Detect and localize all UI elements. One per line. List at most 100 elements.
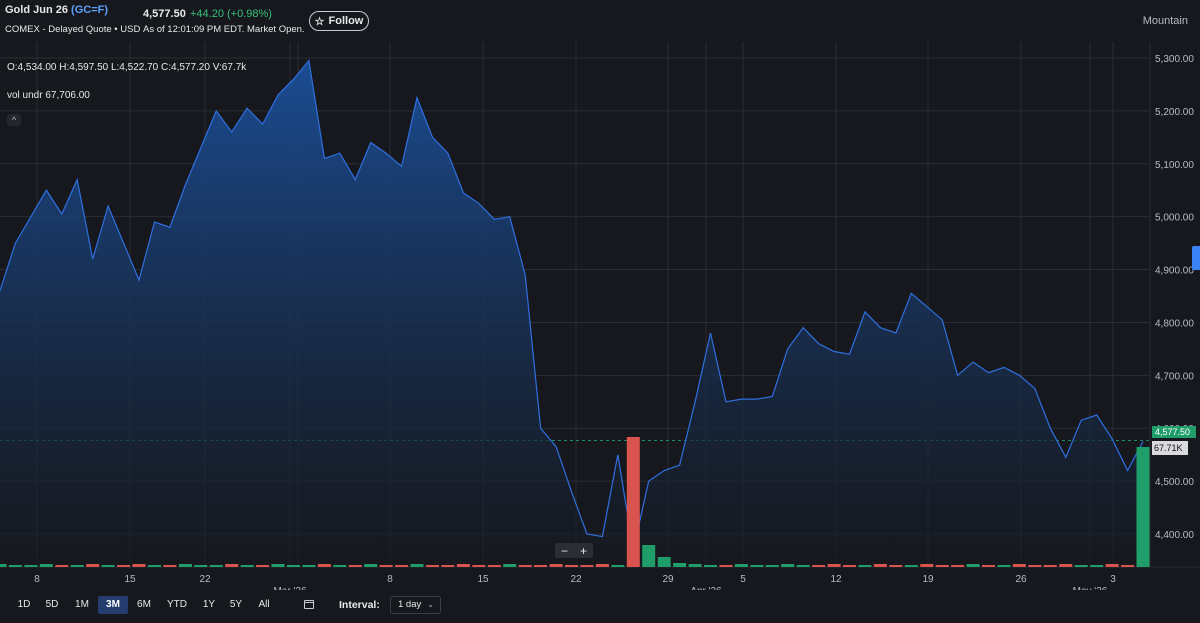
- price-area: [0, 59, 1144, 567]
- current-volume-tag: 67.71K: [1152, 441, 1188, 455]
- volume-bar: [1059, 564, 1073, 567]
- x-tick-label: 15: [124, 574, 136, 585]
- volume-bar: [889, 565, 903, 567]
- timezone-selector[interactable]: Mountain: [1143, 15, 1188, 27]
- range-ytd[interactable]: YTD: [164, 596, 190, 614]
- interval-label: Interval:: [339, 599, 380, 611]
- volume-bar: [750, 565, 764, 567]
- zoom-out-button[interactable]: −: [561, 544, 568, 558]
- volume-bar: [966, 564, 980, 567]
- range-1y[interactable]: 1Y: [200, 596, 218, 614]
- quote-timestamp: As of 12:01:09 PM EDT. Market Open.: [143, 24, 305, 35]
- volume-bar: [765, 565, 779, 567]
- volume-bar: [1028, 565, 1042, 567]
- volume-bar: [0, 564, 7, 567]
- volume-bar: [178, 564, 192, 567]
- volume-bar: [55, 565, 69, 567]
- price-chart[interactable]: 5,300.00 5,200.00 5,100.00 5,000.00 4,900.00…: [0, 42, 1200, 590]
- volume-bar: [379, 565, 393, 567]
- volume-bar: [626, 437, 640, 567]
- x-tick-label: 12: [830, 574, 842, 585]
- volume-bar: [657, 557, 671, 567]
- calendar-icon[interactable]: [304, 600, 314, 609]
- volume-bar: [904, 565, 918, 567]
- volume-bar: [843, 565, 856, 567]
- x-tick-label: 29: [662, 574, 674, 585]
- volume-bar: [858, 565, 872, 567]
- volume-bar: [1043, 565, 1057, 567]
- volume-bar: [549, 564, 563, 567]
- volume-under-legend: vol undr 67,706.00: [7, 90, 90, 101]
- volume-bar: [503, 564, 517, 567]
- range-1m[interactable]: 1M: [73, 596, 91, 614]
- volume-bar: [117, 565, 131, 567]
- volume-bar: [148, 565, 161, 567]
- range-1d[interactable]: 1D: [17, 596, 31, 614]
- ohlcv-legend: O:4,534.00 H:4,597.50 L:4,522.70 C:4,577…: [7, 62, 247, 73]
- volume-bar: [240, 565, 254, 567]
- volume-bar: [86, 564, 100, 567]
- range-3m[interactable]: 3M: [98, 596, 128, 614]
- volume-bar: [1090, 565, 1104, 567]
- volume-bar: [39, 564, 53, 567]
- x-tick-label: 8: [34, 574, 40, 585]
- zoom-in-button[interactable]: +: [580, 544, 587, 558]
- volume-bar: [163, 565, 177, 567]
- x-tick-label: 26: [1015, 574, 1027, 585]
- exchange-line: COMEX - Delayed Quote • USD: [5, 24, 141, 35]
- volume-bar: [302, 565, 316, 567]
- volume-bar: [611, 565, 625, 567]
- volume-bar: [271, 564, 285, 567]
- range-all[interactable]: All: [256, 596, 272, 614]
- volume-bar: [209, 565, 223, 567]
- volume-bar: [873, 564, 887, 567]
- panel-expand-handle[interactable]: [1192, 246, 1200, 270]
- volume-bar: [8, 565, 22, 567]
- follow-button[interactable]: ☆ Follow: [309, 11, 369, 31]
- volume-bar: [997, 565, 1011, 567]
- volume-bar: [642, 545, 656, 567]
- volume-bar: [827, 564, 841, 567]
- volume-bar: [1012, 564, 1026, 567]
- zoom-controls: − +: [555, 543, 593, 558]
- volume-bar: [719, 565, 733, 567]
- volume-bar: [1105, 564, 1119, 567]
- volume-bar: [426, 565, 439, 567]
- range-5d[interactable]: 5D: [44, 596, 60, 614]
- volume-bar: [333, 565, 347, 567]
- range-6m[interactable]: 6M: [134, 596, 154, 614]
- volume-bar: [101, 565, 115, 567]
- y-axis: 5,300.00 5,200.00 5,100.00 5,000.00 4,900.00…: [1155, 54, 1194, 541]
- volume-bar: [364, 564, 378, 567]
- current-price-tag: 4,577.50: [1152, 426, 1196, 438]
- x-tick-label: 5: [740, 574, 746, 585]
- volume-bar: [1121, 565, 1135, 567]
- y-tick-label: 5,100.00: [1155, 160, 1194, 171]
- y-tick-label: 4,800.00: [1155, 318, 1194, 329]
- collapse-legend-icon[interactable]: ^: [7, 114, 21, 126]
- volume-bar: [456, 564, 470, 567]
- x-tick-label: 22: [570, 574, 582, 585]
- range-5y[interactable]: 5Y: [228, 596, 244, 614]
- chart-canvas[interactable]: 5,300.00 5,200.00 5,100.00 5,000.00 4,900.00…: [0, 42, 1200, 590]
- ticker-symbol[interactable]: (GC=F): [71, 4, 108, 16]
- volume-bar: [518, 565, 532, 567]
- volume-bar: [256, 565, 270, 567]
- star-icon: ☆: [314, 15, 325, 28]
- x-tick-label: 8: [387, 574, 393, 585]
- volume-bar: [595, 564, 609, 567]
- y-tick-label: 4,900.00: [1155, 266, 1194, 277]
- volume-bar: [580, 565, 594, 567]
- x-tick-label: 3: [1110, 574, 1116, 585]
- volume-bar: [317, 564, 331, 567]
- volume-bar: [225, 564, 239, 567]
- volume-bar: [935, 565, 949, 567]
- y-tick-label: 4,400.00: [1155, 530, 1194, 541]
- volume-bar: [287, 565, 300, 567]
- range-toolbar: 1D 5D 1M 3M 6M YTD 1Y 5Y All Interval: 1 day ⌄: [0, 590, 1200, 623]
- x-tick-label: 19: [922, 574, 934, 585]
- volume-bar: [812, 565, 826, 567]
- instrument-name: Gold Jun 26 (GC=F): [5, 4, 109, 16]
- interval-select[interactable]: 1 day ⌄: [390, 596, 441, 614]
- volume-bar: [24, 565, 38, 567]
